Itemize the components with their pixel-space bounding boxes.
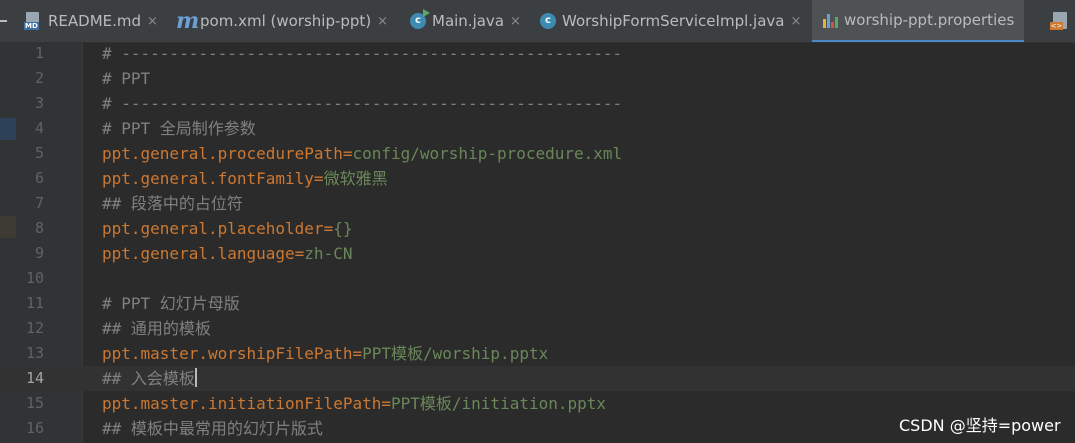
line-number[interactable]: 10 xyxy=(16,266,44,291)
close-tab-icon[interactable]: × xyxy=(147,14,158,29)
property-value: 微软雅黑 xyxy=(323,169,388,188)
code-line[interactable]: 7 ## 段落中的占位符 xyxy=(0,191,1075,216)
code-text: ppt.master.worshipFilePath=PPT模板/worship… xyxy=(102,341,548,366)
property-value: config/worship-procedure.xml xyxy=(352,144,623,163)
comment-text: # PPT 全局制作参数 xyxy=(102,119,256,138)
comment-text: ## 模板中最常用的幻灯片版式 xyxy=(102,419,323,438)
line-number[interactable]: 15 xyxy=(16,391,44,416)
code-text: ppt.general.placeholder={} xyxy=(102,216,352,241)
line-number[interactable]: 16 xyxy=(16,416,44,441)
tab-label: worship-ppt.properties xyxy=(844,11,1015,29)
property-value: zh-CN xyxy=(304,244,353,263)
editor-tab-bar: MD README.md × m pom.xml (worship-ppt) ×… xyxy=(0,0,1075,43)
code-line[interactable]: 3 # -------------------------------------… xyxy=(0,91,1075,116)
code-text: ## 通用的模板 xyxy=(102,316,211,341)
maven-m-icon: m xyxy=(176,8,200,34)
watermark: CSDN @坚持=power xyxy=(899,416,1061,435)
text-caret xyxy=(194,368,197,387)
code-text: # PPT xyxy=(102,66,150,91)
code-line[interactable]: 2 # PPT xyxy=(0,66,1075,91)
code-line[interactable]: 4 # PPT 全局制作参数 xyxy=(0,116,1075,141)
comment-text: # PPT 幻灯片母版 xyxy=(102,294,240,313)
tab-label: WorshipFormServiceImpl.java xyxy=(562,12,785,30)
property-key: ppt.master.worshipFilePath xyxy=(102,344,353,363)
overflow-file-icon[interactable]: <> xyxy=(1050,12,1072,30)
line-number[interactable]: 13 xyxy=(16,341,44,366)
scroll-tabs-left-icon[interactable] xyxy=(0,20,7,22)
tab-label: pom.xml (worship-ppt) xyxy=(200,12,372,30)
line-number[interactable]: 12 xyxy=(16,316,44,341)
tab-label: README.md xyxy=(48,12,142,30)
tab-readme[interactable]: MD README.md × xyxy=(24,6,158,36)
line-number[interactable]: 5 xyxy=(16,141,44,166)
comment-text: # PPT xyxy=(102,69,151,88)
property-value: PPT模板/initiation.pptx xyxy=(391,394,607,413)
close-tab-icon[interactable]: × xyxy=(510,14,521,29)
code-text: # PPT 幻灯片母版 xyxy=(102,291,240,316)
code-line[interactable]: 13 ppt.master.worshipFilePath=PPT模板/worsh… xyxy=(0,341,1075,366)
close-tab-icon[interactable]: × xyxy=(790,14,801,29)
equals-sign: = xyxy=(381,394,391,413)
code-line[interactable]: 1 # -------------------------------------… xyxy=(0,41,1075,66)
equals-sign: = xyxy=(323,219,334,238)
property-key: ppt.general.fontFamily xyxy=(102,169,314,188)
close-tab-icon[interactable]: × xyxy=(377,14,388,29)
line-number[interactable]: 3 xyxy=(16,91,44,116)
code-editor[interactable]: 1 # -------------------------------------… xyxy=(0,43,1075,443)
code-text: # --------------------------------------… xyxy=(102,91,622,116)
comment-text: # --------------------------------------… xyxy=(102,94,623,113)
property-value: {} xyxy=(333,219,353,238)
line-number[interactable]: 6 xyxy=(16,166,44,191)
tab-main-java[interactable]: c Main.java × xyxy=(410,6,521,36)
code-line[interactable]: 14 ## 入会模板 xyxy=(0,366,1075,391)
code-line[interactable]: 12 ## 通用的模板 xyxy=(0,316,1075,341)
code-line[interactable]: 9 ppt.general.language=zh-CN xyxy=(0,241,1075,266)
java-class-icon: c xyxy=(540,13,556,29)
code-line[interactable]: 6 ppt.general.fontFamily=微软雅黑 xyxy=(0,166,1075,191)
code-text: ## 入会模板 xyxy=(102,366,197,391)
equals-sign: = xyxy=(294,244,305,263)
code-text: ## 模板中最常用的幻灯片版式 xyxy=(102,416,323,441)
line-number[interactable]: 7 xyxy=(16,191,44,216)
comment-text: ## 通用的模板 xyxy=(102,319,211,338)
code-text: ppt.general.language=zh-CN xyxy=(102,241,352,266)
markdown-file-icon: MD xyxy=(24,12,42,30)
line-number[interactable]: 14 xyxy=(16,366,44,391)
comment-text: ## 段落中的占位符 xyxy=(102,194,243,213)
property-key: ppt.general.placeholder xyxy=(102,219,324,238)
equals-sign: = xyxy=(352,344,363,363)
line-number[interactable]: 4 xyxy=(16,116,44,141)
code-line[interactable]: 10 xyxy=(0,266,1075,291)
code-line[interactable]: 11 # PPT 幻灯片母版 xyxy=(0,291,1075,316)
property-key: ppt.master.initiationFilePath xyxy=(102,394,382,413)
tab-label: Main.java xyxy=(432,12,505,30)
tab-pom-xml[interactable]: m pom.xml (worship-ppt) × xyxy=(176,6,388,36)
tab-worship-form-service-impl[interactable]: c WorshipFormServiceImpl.java × xyxy=(540,6,801,36)
equals-sign: = xyxy=(313,169,324,188)
code-text: ppt.general.fontFamily=微软雅黑 xyxy=(102,166,388,191)
code-text: ## 段落中的占位符 xyxy=(102,191,243,216)
comment-text: # --------------------------------------… xyxy=(102,44,623,63)
code-text: ppt.master.initiationFilePath=PPT模板/init… xyxy=(102,391,606,416)
code-text: # PPT 全局制作参数 xyxy=(102,116,256,141)
line-number[interactable]: 2 xyxy=(16,66,44,91)
property-value: PPT模板/worship.pptx xyxy=(362,344,549,363)
line-number[interactable]: 11 xyxy=(16,291,44,316)
code-text: # --------------------------------------… xyxy=(102,41,622,66)
property-key: ppt.general.language xyxy=(102,244,295,263)
line-number[interactable]: 8 xyxy=(16,216,44,241)
code-line[interactable]: 8 ppt.general.placeholder={} xyxy=(0,216,1075,241)
java-class-run-icon: c xyxy=(410,9,430,29)
code-line[interactable]: 5 ppt.general.procedurePath=config/worshi… xyxy=(0,141,1075,166)
line-number[interactable]: 9 xyxy=(16,241,44,266)
line-number[interactable]: 1 xyxy=(16,41,44,66)
comment-text: ## 入会模板 xyxy=(102,369,195,388)
properties-file-icon xyxy=(822,12,838,28)
code-text: ppt.general.procedurePath=config/worship… xyxy=(102,141,622,166)
tab-worship-ppt-properties[interactable]: worship-ppt.properties xyxy=(812,0,1025,42)
property-key: ppt.general.procedurePath xyxy=(102,144,343,163)
